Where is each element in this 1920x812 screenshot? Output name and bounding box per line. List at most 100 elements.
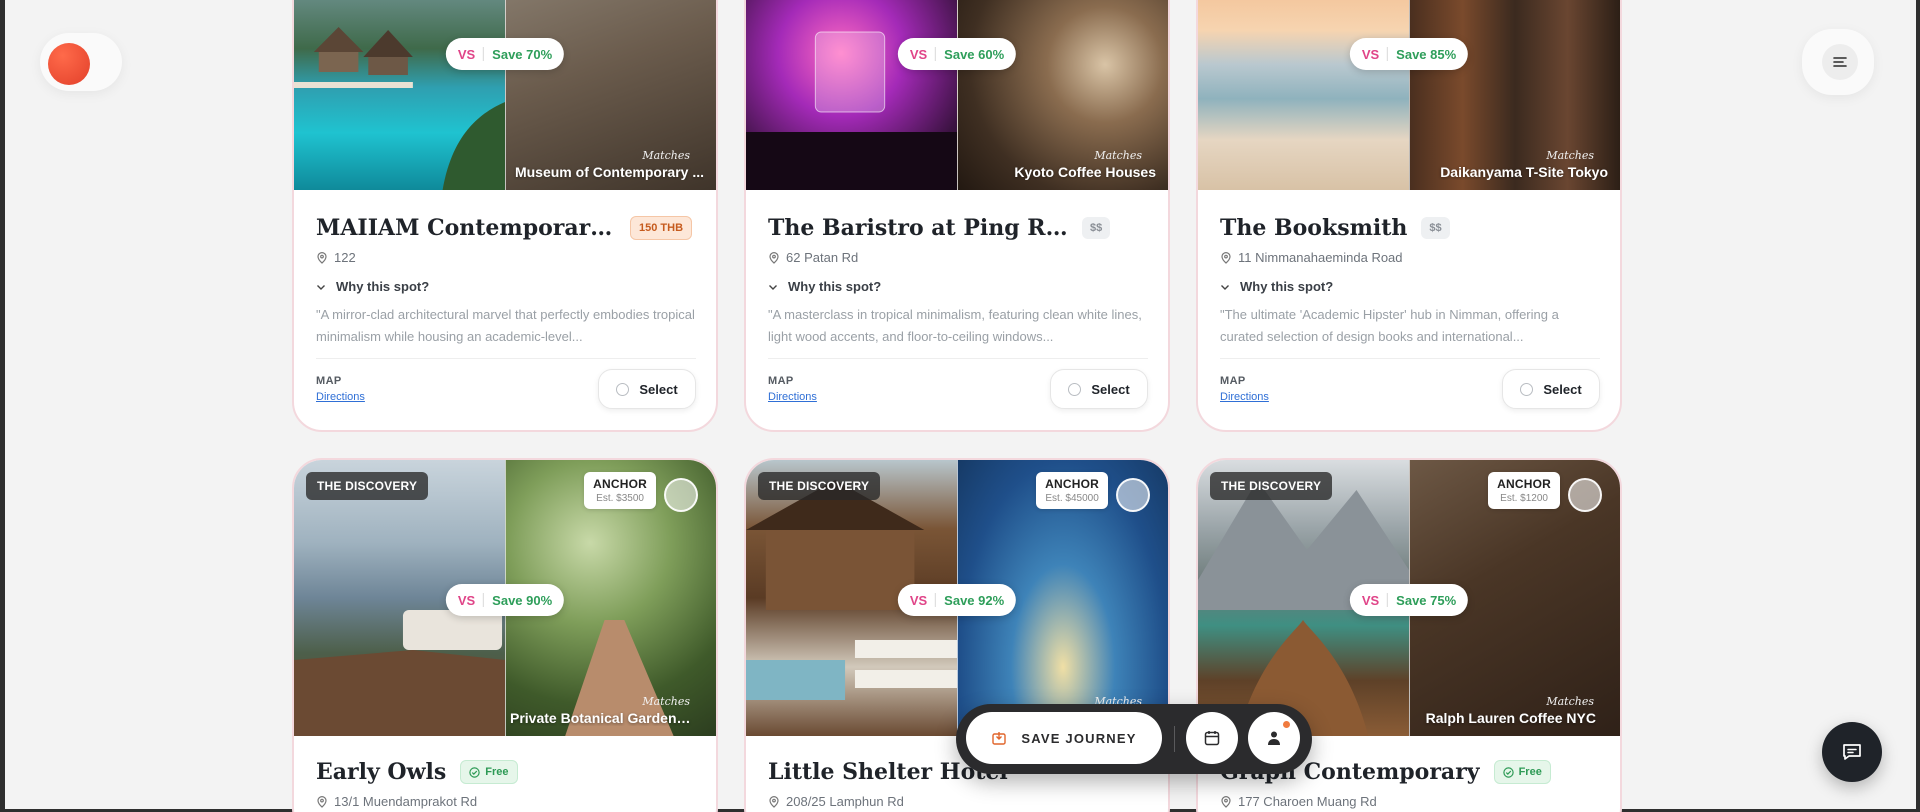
spot-title: The Booksmith: [1220, 215, 1408, 241]
comparison-image: THE DISCOVERY ANCHOR Est. $1200 VS Save 75…: [1198, 460, 1620, 736]
matches-label: Matches: [642, 149, 690, 162]
price-badge: $$: [1082, 217, 1111, 239]
match-name: Ralph Lauren Coffee NYC: [1425, 710, 1596, 726]
favorite-toggle[interactable]: [664, 478, 698, 512]
match-name: Kyoto Coffee Houses: [1014, 164, 1156, 180]
vs-savings-badge: VS Save 85%: [1349, 38, 1469, 70]
spot-card: VS Save 85% Matches Daikanyama T-Site Tok…: [1196, 0, 1622, 432]
location-pin-icon: [317, 251, 327, 264]
spot-address: 177 Charoen Muang Rd: [1238, 794, 1377, 809]
menu-lines-icon: [1833, 57, 1847, 67]
chevron-down-icon: [769, 284, 777, 290]
check-circle-icon: [1502, 766, 1514, 778]
favorite-toggle[interactable]: [1116, 478, 1150, 512]
anchor-estimate: Est. $1200: [1500, 493, 1548, 504]
logo-button[interactable]: [40, 33, 122, 91]
calendar-button[interactable]: [1186, 712, 1238, 764]
menu-button[interactable]: [1802, 29, 1874, 95]
why-label: Why this spot?: [1240, 279, 1334, 294]
savings-label: Save 60%: [944, 46, 1005, 62]
vs-savings-badge: VS Save 70%: [445, 38, 565, 70]
vs-savings-badge: VS Save 60%: [897, 38, 1017, 70]
savings-label: Save 85%: [1396, 46, 1457, 62]
spot-title: The Baristro at Ping River: [768, 215, 1068, 241]
match-name: Private Botanical Garden E...: [510, 710, 692, 726]
spot-image: [1198, 0, 1409, 190]
savings-label: Save 92%: [944, 592, 1005, 608]
select-label: Select: [1543, 381, 1582, 397]
select-label: Select: [1091, 381, 1130, 397]
spot-address: 208/25 Lamphun Rd: [786, 794, 904, 809]
match-name: Daikanyama T-Site Tokyo: [1440, 164, 1608, 180]
anchor-estimate: Est. $3500: [596, 493, 644, 504]
match-name: Museum of Contemporary ...: [514, 164, 704, 180]
matches-label: Matches: [642, 695, 690, 708]
why-label: Why this spot?: [336, 279, 430, 294]
spot-address: 122: [334, 250, 356, 265]
brand-dot-icon: [48, 43, 90, 85]
anchor-badge: ANCHOR Est. $1200: [1488, 472, 1560, 509]
spot-image: [746, 0, 957, 190]
price-label: Free: [485, 766, 509, 778]
savings-label: Save 90%: [492, 592, 553, 608]
vs-savings-badge: VS Save 90%: [445, 584, 565, 616]
calendar-icon: [1204, 731, 1220, 746]
spot-description: "A masterclass in tropical minimalism, f…: [768, 307, 1142, 344]
favorite-toggle[interactable]: [1568, 478, 1602, 512]
savings-label: Save 70%: [492, 46, 553, 62]
location-pin-icon: [769, 251, 779, 264]
location-pin-icon: [1221, 795, 1231, 808]
why-toggle[interactable]: Why this spot?: [316, 279, 696, 294]
price-badge: Free: [460, 760, 518, 784]
vs-savings-badge: VS Save 75%: [1349, 584, 1469, 616]
price-badge: Free: [1493, 760, 1551, 784]
spot-image: [294, 0, 505, 190]
vs-label: VS: [457, 46, 476, 62]
vs-label: VS: [1361, 46, 1380, 62]
spot-address: 62 Patan Rd: [786, 250, 859, 265]
spot-description: "The ultimate 'Academic Hipster' hub in …: [1220, 307, 1559, 344]
discovery-badge: THE DISCOVERY: [758, 472, 881, 500]
anchor-estimate: Est. $45000: [1045, 493, 1099, 504]
matches-label: Matches: [1546, 695, 1594, 708]
price-badge: 150 THB: [630, 216, 693, 240]
spot-description: "A mirror-clad architectural marvel that…: [316, 307, 695, 344]
window-frame-left: [0, 0, 5, 812]
matches-label: Matches: [1094, 149, 1142, 162]
why-toggle[interactable]: Why this spot?: [768, 279, 1148, 294]
journey-dock: SAVE JOURNEY: [956, 704, 1312, 774]
vs-label: VS: [909, 46, 928, 62]
why-toggle[interactable]: Why this spot?: [1220, 279, 1600, 294]
why-label: Why this spot?: [788, 279, 882, 294]
location-pin-icon: [317, 795, 327, 808]
user-icon: [1268, 731, 1280, 745]
select-label: Select: [639, 381, 678, 397]
anchor-label: ANCHOR: [1045, 477, 1099, 491]
comparison-image: VS Save 70% Matches Museum of Contemporar…: [294, 0, 716, 190]
select-button[interactable]: Select: [1502, 369, 1600, 409]
comparison-image: THE DISCOVERY ANCHOR Est. $3500 VS Save 90…: [294, 460, 716, 736]
matches-label: Matches: [1546, 149, 1594, 162]
discovery-badge: THE DISCOVERY: [306, 472, 429, 500]
vs-savings-badge: VS Save 92%: [897, 584, 1017, 616]
vs-label: VS: [909, 592, 928, 608]
spot-address: 11 Nimmanahaeminda Road: [1238, 250, 1403, 265]
select-button[interactable]: Select: [598, 369, 696, 409]
select-button[interactable]: Select: [1050, 369, 1148, 409]
save-journey-button[interactable]: SAVE JOURNEY: [966, 712, 1162, 764]
save-journey-icon: [992, 732, 1007, 745]
vs-label: VS: [457, 592, 476, 608]
price-label: Free: [1518, 766, 1542, 778]
radio-icon: [1068, 382, 1082, 396]
check-circle-icon: [469, 766, 480, 778]
chevron-down-icon: [1221, 284, 1229, 290]
vs-label: VS: [1361, 592, 1380, 608]
comparison-image: VS Save 60% Matches Kyoto Coffee Houses: [746, 0, 1168, 190]
chat-icon: [1843, 744, 1861, 760]
profile-button[interactable]: [1248, 712, 1300, 764]
chat-button[interactable]: [1822, 722, 1882, 782]
save-journey-label: SAVE JOURNEY: [1021, 730, 1137, 746]
anchor-label: ANCHOR: [593, 477, 647, 491]
spot-card: VS Save 60% Matches Kyoto Coffee Houses T…: [744, 0, 1170, 432]
spot-title: Early Owls: [316, 759, 447, 785]
